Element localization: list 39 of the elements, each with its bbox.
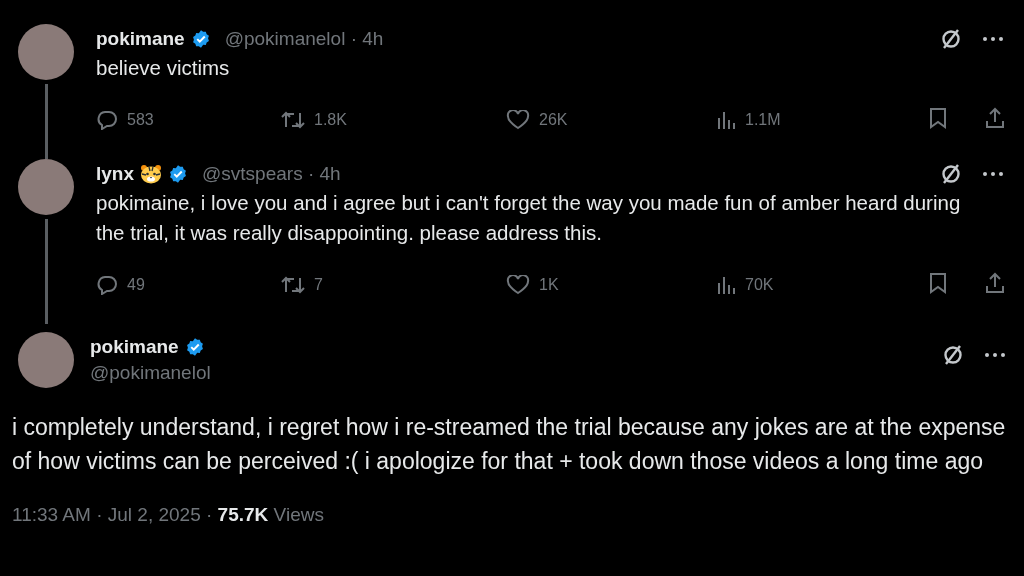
repost-icon[interactable] xyxy=(281,276,305,294)
handle: @pokimanelol xyxy=(90,362,212,384)
display-name[interactable]: pokimane xyxy=(90,336,179,358)
reply-icon[interactable] xyxy=(96,275,118,295)
bar-chart-icon[interactable] xyxy=(716,110,736,130)
reply-count: 583 xyxy=(127,111,154,129)
more-icon[interactable] xyxy=(984,352,1006,358)
avatar[interactable] xyxy=(18,332,74,388)
bookmark-icon[interactable] xyxy=(928,107,948,129)
reply-count: 49 xyxy=(127,276,145,294)
post-text: pokimaine, i love you and i agree but i can't forget the way you made fun of amber heard during the trial, it was really disappointing. please address this. xyxy=(96,190,962,246)
heart-icon[interactable] xyxy=(506,275,530,295)
post-timestamp-and-views: 11:33 AM · Jul 2, 2025 · 75.7K Views xyxy=(12,504,325,526)
display-name[interactable]: pokimane xyxy=(96,28,185,50)
handle-and-time: @pokimanelol · 4h xyxy=(224,28,384,50)
mute-icon[interactable] xyxy=(940,28,962,50)
repost-count: 7 xyxy=(314,276,323,294)
display-name[interactable]: lynx xyxy=(96,163,135,185)
bookmark-icon[interactable] xyxy=(928,272,948,294)
avatar[interactable] xyxy=(18,24,74,80)
mute-icon[interactable] xyxy=(940,163,962,185)
more-icon[interactable] xyxy=(982,171,1004,177)
post-text: i completely understand, i regret how i re-streamed the trial because any jokes are at the expense of how victims can be perceived :( i apologize for that + took down those videos a long time ago xyxy=(12,413,1006,476)
repost-icon[interactable] xyxy=(281,111,305,129)
handle-and-time: @svtspears · 4h xyxy=(202,163,341,185)
view-count: 1.1M xyxy=(745,111,781,129)
more-icon[interactable] xyxy=(982,36,1004,42)
share-icon[interactable] xyxy=(984,272,1006,294)
share-icon[interactable] xyxy=(984,107,1006,129)
like-count: 1K xyxy=(539,276,559,294)
repost-count: 1.8K xyxy=(314,111,347,129)
heart-icon[interactable] xyxy=(506,110,530,130)
reply-icon[interactable] xyxy=(96,110,118,130)
bar-chart-icon[interactable] xyxy=(716,275,736,295)
like-count: 26K xyxy=(539,111,568,129)
post-text: believe victims xyxy=(96,55,231,81)
view-count: 70K xyxy=(745,276,774,294)
mute-icon[interactable] xyxy=(942,344,964,366)
avatar[interactable] xyxy=(18,159,74,215)
